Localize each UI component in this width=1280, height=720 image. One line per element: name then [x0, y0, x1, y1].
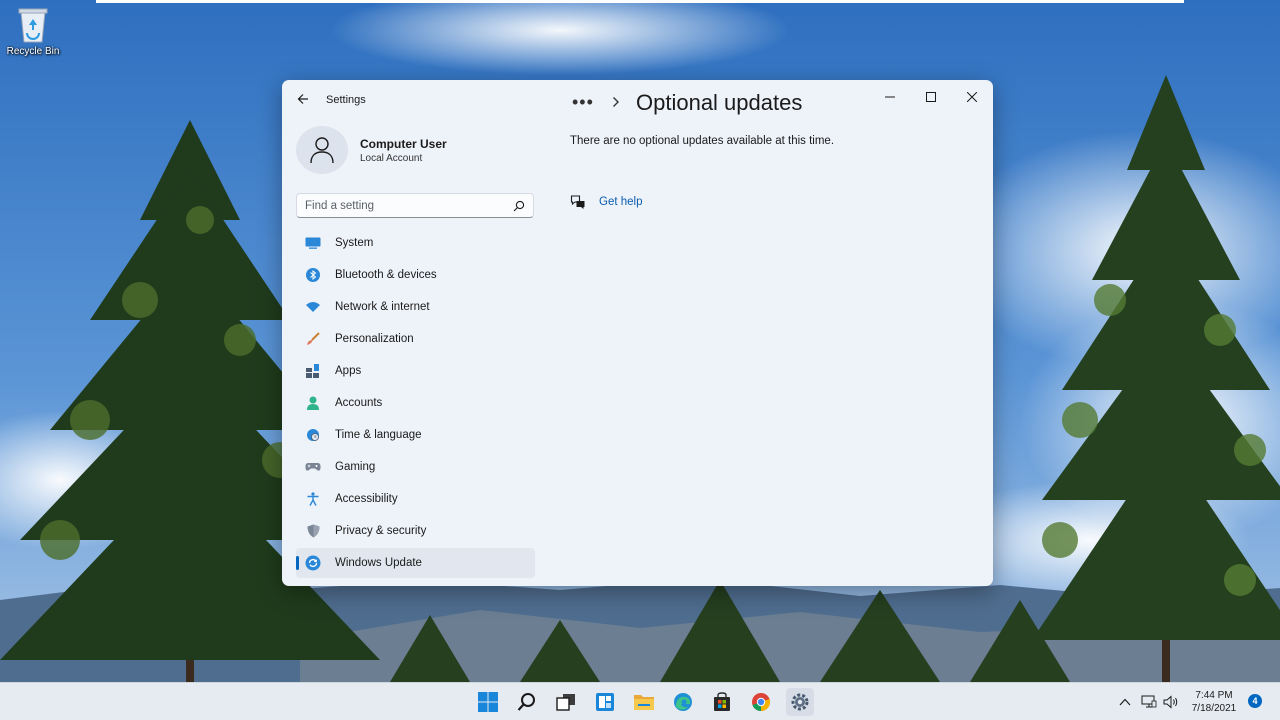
sidebar-nav: System Bluetooth & devices Network & int…	[296, 228, 535, 580]
sidebar-item-time-language[interactable]: Time & language	[296, 420, 535, 450]
store-button[interactable]	[708, 688, 736, 716]
sidebar-item-apps[interactable]: Apps	[296, 356, 535, 386]
help-chat-icon	[570, 194, 586, 210]
sidebar-item-label: Personalization	[335, 333, 414, 345]
taskbar-search-button[interactable]	[513, 688, 541, 716]
user-name: Computer User	[360, 137, 447, 151]
back-arrow-icon	[297, 94, 308, 104]
settings-window: Settings Computer User Local Account Sys…	[282, 80, 993, 586]
sidebar-item-label: Windows Update	[335, 557, 422, 569]
clock-date: 7/18/2021	[1191, 703, 1237, 714]
breadcrumb-overflow-button[interactable]: •••	[572, 92, 594, 113]
sidebar-item-label: Network & internet	[335, 301, 430, 313]
sidebar-item-label: Accounts	[335, 397, 383, 409]
settings-icon	[791, 693, 809, 711]
minimize-button[interactable]	[876, 85, 904, 109]
chevron-right-icon	[612, 95, 620, 113]
sidebar-item-label: Privacy & security	[335, 525, 427, 537]
back-button[interactable]	[294, 90, 312, 108]
sidebar-item-label: Bluetooth & devices	[335, 269, 437, 281]
sidebar-item-bluetooth[interactable]: Bluetooth & devices	[296, 260, 535, 290]
chevron-up-icon[interactable]	[1117, 694, 1133, 710]
recycle-bin-label: Recycle Bin	[6, 46, 60, 57]
app-title: Settings	[326, 94, 366, 106]
search-input[interactable]	[305, 199, 513, 212]
settings-search-box[interactable]	[296, 193, 534, 218]
recycle-bin-shortcut[interactable]: Recycle Bin	[4, 6, 62, 57]
minimize-icon	[885, 96, 895, 98]
task-view-icon	[556, 694, 575, 711]
chrome-icon	[752, 693, 771, 711]
notification-badge[interactable]: 4	[1248, 694, 1262, 708]
shield-icon	[305, 523, 321, 539]
no-updates-message: There are no optional updates available …	[570, 135, 835, 147]
maximize-button[interactable]	[917, 85, 945, 109]
file-explorer-icon	[634, 695, 654, 710]
sidebar-item-label: Gaming	[335, 461, 376, 473]
settings-taskbar-button[interactable]	[786, 688, 814, 716]
task-view-button[interactable]	[552, 688, 580, 716]
start-button[interactable]	[474, 688, 502, 716]
widgets-icon	[596, 693, 614, 711]
taskbar: 7:44 PM 7/18/2021 4	[0, 682, 1280, 720]
sidebar-item-label: Apps	[335, 365, 362, 377]
sidebar-item-accessibility[interactable]: Accessibility	[296, 484, 535, 514]
network-icon[interactable]	[1141, 694, 1157, 710]
file-explorer-button[interactable]	[630, 688, 658, 716]
page-title: Optional updates	[636, 90, 803, 115]
brush-icon	[305, 331, 321, 347]
system-clock[interactable]: 7:44 PM 7/18/2021	[1186, 689, 1242, 715]
globe-clock-icon	[305, 427, 321, 443]
windows-update-icon	[305, 555, 321, 571]
top-window-edge	[96, 0, 1184, 3]
sidebar-item-network[interactable]: Network & internet	[296, 292, 535, 322]
widgets-button[interactable]	[591, 688, 619, 716]
chrome-button[interactable]	[747, 688, 775, 716]
sidebar-item-label: Time & language	[335, 429, 422, 441]
sidebar-item-windows-update[interactable]: Windows Update	[296, 548, 535, 578]
recycle-bin-icon	[16, 6, 50, 44]
gamepad-icon	[305, 459, 321, 475]
person-icon	[310, 137, 334, 164]
start-icon	[478, 692, 498, 712]
clock-time: 7:44 PM	[1195, 690, 1233, 701]
edge-button[interactable]	[669, 688, 697, 716]
maximize-icon	[926, 92, 936, 102]
sidebar-item-system[interactable]: System	[296, 228, 535, 258]
wifi-icon	[305, 299, 321, 315]
apps-icon	[305, 363, 321, 379]
person-icon	[305, 395, 321, 411]
sidebar-item-accounts[interactable]: Accounts	[296, 388, 535, 418]
sidebar-item-label: Accessibility	[335, 493, 398, 505]
system-icon	[305, 235, 321, 251]
accessibility-icon	[305, 491, 321, 507]
store-icon	[714, 692, 730, 711]
sidebar-item-personalization[interactable]: Personalization	[296, 324, 535, 354]
sidebar-item-label: System	[335, 237, 374, 249]
search-icon	[517, 693, 535, 711]
avatar[interactable]	[296, 126, 348, 174]
sidebar-item-gaming[interactable]: Gaming	[296, 452, 535, 482]
volume-icon[interactable]	[1163, 694, 1179, 710]
get-help-link[interactable]: Get help	[599, 196, 642, 208]
close-button[interactable]	[958, 85, 986, 109]
account-type: Local Account	[360, 153, 423, 164]
edge-icon	[674, 693, 692, 711]
sidebar-item-privacy-security[interactable]: Privacy & security	[296, 516, 535, 546]
close-icon	[967, 92, 977, 102]
bluetooth-icon	[305, 267, 321, 283]
search-icon	[513, 200, 525, 211]
